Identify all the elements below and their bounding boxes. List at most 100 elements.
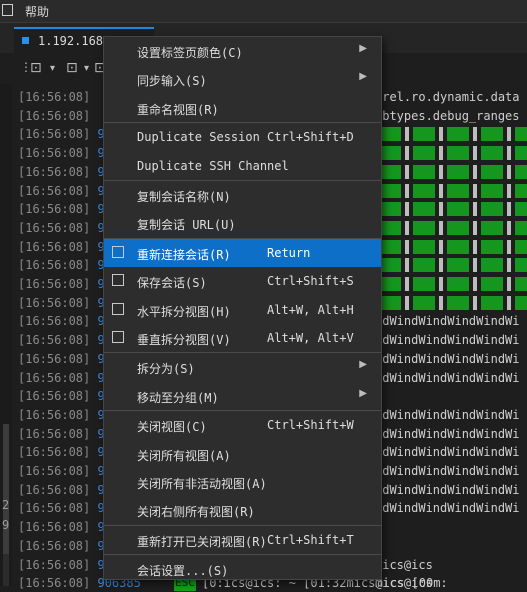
line-timestamp: [16:56:08] [18,333,91,348]
menu-item[interactable]: 会话设置...(S) [104,555,381,583]
menu-item[interactable]: 复制会话名称(N) [104,181,381,209]
line-timestamp: [16:56:08] [18,389,91,404]
menu-item[interactable]: 重命名视图(R) [104,94,381,122]
submenu-arrow-icon: ▶ [359,71,367,83]
line-timestamp: [16:56:08] [18,146,91,161]
line-timestamp: [16:56:08] [18,239,91,254]
terminal-line: [16:56:08] 9 [18,200,105,218]
line-timestamp: [16:56:08] [18,557,91,572]
terminal-line: [16:56:08] 9 [18,462,105,480]
scrollbar-track[interactable] [3,554,9,586]
menu-item-label: 重新连接会话(R) [137,247,231,262]
terminal-line: [16:56:08] 9 [18,425,105,443]
submenu-arrow-icon: ▶ [359,359,367,371]
terminal-line-tail: ubtypes.debug_ranges [375,108,520,123]
escape-block [379,164,527,179]
new-tab-dropdown-icon[interactable]: ▾ [50,63,55,74]
terminal-line-tail: ndWindWindWindWindWi [375,333,520,348]
terminal-line-tail: ndWindWindWindWindWi [375,445,520,460]
terminal-line: [16:56:08] 9 [18,294,105,312]
terminal-line: [16:56:08] 9 [18,369,105,387]
menu-item-shortcut: Ctrl+Shift+T [267,532,354,547]
escape-block [379,127,527,142]
menu-item[interactable]: 重新连接会话(R) Return [104,238,381,267]
terminal-line: [16:56:08] 9 [18,144,105,162]
menu-item-label: 拆分为(S) [137,362,195,377]
menu-item-shortcut: Return [267,245,311,260]
terminal-line: [16:56:08] 9 [18,350,105,368]
terminal-line-tail: ndWindWindWindWindWi [375,426,520,441]
escape-block [379,239,527,254]
menu-item-shortcut: Ctrl+Shift+D [267,130,354,145]
escape-block [379,295,527,310]
terminal-line: [16:56:08] 9 [18,238,105,256]
menu-item-label: 关闭视图(C) [137,420,207,435]
line-timestamp: [16:56:08] [18,183,91,198]
split-vertical-icon [112,331,124,343]
new-tab-icon[interactable]: ⊡ [30,60,42,76]
menu-bar: 帮助 [0,0,527,23]
menu-item[interactable]: 复制会话 URL(U) [104,209,381,237]
menu-item-label: 重新打开已关闭视图(R) [137,534,267,549]
escape-block [379,202,527,217]
window-dropdown-icon[interactable]: ▾ [84,63,89,74]
new-window-icon[interactable]: ⊡ [66,60,78,76]
line-timestamp: [16:56:08] [18,426,91,441]
menu-item[interactable]: 关闭视图(C) Ctrl+Shift+W [104,411,381,439]
scrollbar-thumb[interactable] [3,424,9,554]
menu-item-label: 保存会话(S) [137,276,207,291]
line-timestamp: [16:56:08] [18,407,91,422]
escape-block [379,183,527,198]
terminal-line-tail: mics@ics [375,557,433,572]
escape-block [379,220,527,235]
terminal-line: [16:56:08] 9 [18,312,105,330]
line-timestamp: [16:56:08] [18,501,91,516]
menu-item[interactable]: Duplicate Session Ctrl+Shift+D [104,123,381,151]
menu-item[interactable]: 移动至分组(M) ▶ [104,382,381,410]
terminal-line: [16:56:08] 9 [18,556,105,574]
terminal-line-tail: ndWindWindWindWindWi [375,407,520,422]
menu-item[interactable]: 关闭右侧所有视图(R) [104,496,381,524]
line-timestamp: [16:56:08] [18,277,91,291]
terminal-line: [16:56:08] 9 [18,219,105,237]
menu-item[interactable]: 关闭所有视图(A) [104,440,381,468]
menu-item-label: 关闭所有非活动视图(A) [137,477,267,491]
menu-item-shortcut: Ctrl+Shift+S [267,274,354,289]
reconnect-icon [112,245,124,258]
split-horizontal-icon [112,302,124,315]
menu-item[interactable]: 关闭所有非活动视图(A) [104,468,381,496]
line-timestamp: [16:56:08] [18,202,91,217]
menu-item-label: 重命名视图(R) [137,102,219,117]
terminal-line: [16:56:08] 9 [18,256,105,274]
menu-help[interactable]: 帮助 [25,3,49,20]
menu-item[interactable]: 重新打开已关闭视图(R) Ctrl+Shift+T [104,526,381,554]
terminal-line-tail: ndWindWindWindWindWi [375,370,520,385]
terminal-line: [16:56:08] 9 [18,443,105,461]
terminal-line: [16:56:08] 9 [18,387,105,405]
menu-item-label: 垂直拆分视图(V) [137,333,231,347]
terminal-line-tail: ndWindWindWindWindWi [375,482,520,497]
window-icon[interactable] [2,4,13,16]
menu-item[interactable]: 拆分为(S) ▶ [104,353,381,381]
menu-item[interactable]: 设置标签页颜色(C) ▶ [104,37,381,65]
terminal-line: [16:56:08] 9 [18,331,105,349]
line-timestamp: [16:56:08] [18,127,91,142]
escape-block [379,146,527,161]
line-timestamp: [16:56:08] [18,538,91,553]
menu-item[interactable]: 同步输入(S) ▶ [104,65,381,93]
left-strip: 2 9 [0,84,12,586]
line-timestamp: [16:56:08] [18,370,91,385]
terminal-line: [16:56:08] 9 [18,481,105,499]
menu-item[interactable]: 保存会话(S) Ctrl+Shift+S [104,267,381,295]
menu-item-label: 同步输入(S) [137,74,207,89]
terminal-line-tail: ndWindWindWindWindWi [375,351,520,366]
menu-item[interactable]: 水平拆分视图(H) Alt+W, Alt+H [104,296,381,324]
menu-item[interactable]: 垂直拆分视图(V) Alt+W, Alt+V [104,324,381,352]
line-timestamp: [16:56:08] [18,220,91,235]
menu-item-shortcut: Alt+W, Alt+H [267,302,354,317]
menu-item-label: 会话设置...(S) [137,564,229,579]
menu-item-shortcut: Ctrl+Shift+W [267,418,354,433]
line-timestamp: [16:56:08] [18,258,91,273]
terminal-line: [16:56:08] 9 [18,125,105,143]
menu-item[interactable]: Duplicate SSH Channel [104,152,381,180]
